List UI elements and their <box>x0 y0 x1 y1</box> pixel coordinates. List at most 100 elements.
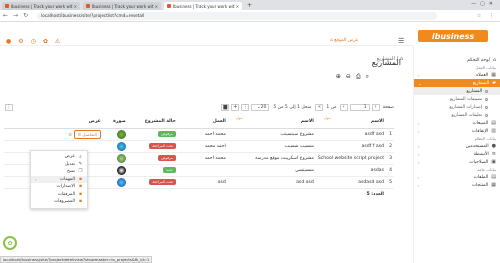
cell-title: شسيتسي <box>227 164 316 177</box>
project-thumbnail[interactable] <box>116 177 126 187</box>
cell-image <box>102 164 128 177</box>
cell-image <box>102 128 128 141</box>
cell-name: asdf asd <box>315 128 386 141</box>
reload-icon[interactable]: ↻ <box>23 12 28 19</box>
user-icon[interactable]: ● <box>6 38 11 45</box>
chevron-icon: ‹ <box>418 159 420 165</box>
sidebar-item-clients[interactable]: ▦ العملاء ‹ <box>414 71 500 79</box>
cell-status: تحت المراجعة <box>127 176 178 189</box>
column-header-name[interactable]: الاسم عنوان <box>315 116 386 129</box>
activity-icon: ≡ <box>491 151 496 157</box>
page-number-input[interactable]: 1 <box>349 103 370 111</box>
cell-title: شسيب شسيب <box>227 140 316 153</box>
menu-item-copy[interactable]: ❐ نسخ <box>31 168 87 176</box>
column-header-client[interactable]: العمل <box>177 116 228 129</box>
dropdown-toggle-icon[interactable]: ≡ <box>68 133 72 138</box>
sidebar-subitem-comments[interactable]: تعليقات المشاريع <box>414 111 500 119</box>
close-icon[interactable]: ✕ <box>155 4 158 9</box>
page-title: المشاريع <box>371 58 401 67</box>
project-thumbnail[interactable] <box>116 153 126 163</box>
browser-nav-bar: ← → ↻ localhost/ibusiness/site/?projectl… <box>0 10 500 22</box>
sidebar-subitem-versions[interactable]: إصدارات المشاريع <box>414 103 500 111</box>
chevron-icon: ‹ <box>418 128 420 134</box>
project-thumbnail[interactable] <box>116 129 126 139</box>
table-row[interactable]: 1 asdf asd مشروع سيتسيتب محمد احمد مرفوض… <box>4 128 394 141</box>
menu-item-view[interactable]: ⌕ عرض <box>31 153 87 161</box>
sidebar-subitem-categories[interactable]: تصنيفات المشاريع <box>414 95 500 103</box>
close-icon[interactable]: ✕ <box>74 4 77 9</box>
project-thumbnail[interactable] <box>116 165 126 175</box>
zoom-in-icon[interactable]: ⊕ <box>336 73 341 81</box>
project-thumbnail[interactable] <box>116 141 126 151</box>
browser-tab-active[interactable]: Ibusiness | Track your work wit ✕ <box>164 2 242 10</box>
add-button[interactable]: + <box>231 103 240 111</box>
sidebar-item-activities[interactable]: ≡ الأنشطة ‹ <box>414 150 500 158</box>
menu-toggle-icon[interactable]: ☰ <box>398 37 404 45</box>
row-number: 3 <box>386 152 394 165</box>
column-header-status[interactable]: حالة المشروع <box>127 116 178 129</box>
sidebar-item-projects[interactable]: ▰ المشاريع ⌄ <box>414 79 500 87</box>
list-options-icon[interactable]: ⋮ <box>241 103 250 111</box>
sidebar-item-sales[interactable]: ▤ المبيعات ‹ <box>414 119 500 127</box>
user-icon: ● <box>491 143 496 149</box>
cell-name: asdasd asd <box>315 176 386 189</box>
attachment-icon: ▪ <box>78 191 83 197</box>
select-column-header <box>386 116 394 129</box>
more-icon[interactable]: ⋮ <box>5 103 13 111</box>
browser-tab[interactable]: Ibusiness | Track your work wit ✕ <box>2 2 80 10</box>
favicon-icon <box>167 4 171 8</box>
cell-status: مرفوض <box>127 128 178 141</box>
logo[interactable]: ibusiness <box>418 30 488 42</box>
search-icon[interactable]: ⌕ <box>366 73 369 81</box>
column-header-title[interactable]: الاسم عنوان <box>227 116 316 129</box>
cell-name: asdf f asd <box>315 140 386 153</box>
delete-icon[interactable]: ▆ <box>221 103 230 111</box>
menu-item-tasks[interactable]: ▪ المهمات ‹ <box>31 175 87 183</box>
window-controls[interactable]: —▢✕ <box>471 1 497 7</box>
new-tab-icon[interactable]: + <box>247 2 252 10</box>
chat-widget-icon[interactable]: ✿ <box>3 236 17 250</box>
show-site-link[interactable]: ⌂ عرض الموقع <box>330 38 358 43</box>
forward-icon[interactable]: → <box>13 12 18 19</box>
status-badge: تحت المراجعة <box>149 143 176 149</box>
details-button[interactable]: التفاصيل ☰ <box>73 129 101 139</box>
sidebar-item-users[interactable]: ● المستخدمين ‹ <box>414 142 500 150</box>
circle-icon <box>485 89 488 93</box>
menu-item-edit[interactable]: ✎ تعديل <box>31 161 87 169</box>
print-icon[interactable]: ⎙ <box>356 73 361 81</box>
per-page-select[interactable]: 20 ⌄ <box>251 103 270 111</box>
last-page-button[interactable]: » <box>315 103 324 111</box>
cell-client: احمد محمد <box>177 140 228 153</box>
back-icon[interactable]: ← <box>3 12 8 19</box>
notifications-icon[interactable]: ⚠ <box>55 38 60 45</box>
cell-client: محمد احمد <box>177 152 228 165</box>
close-icon[interactable]: ✕ <box>236 4 239 9</box>
page-label: صفحة <box>382 104 394 110</box>
browser-menu-icon[interactable]: ☆ ⋮ <box>477 13 497 19</box>
browser-tab[interactable]: Ibusiness | Track your work wit ✕ <box>83 2 161 10</box>
sidebar-item-dashboard[interactable]: ⌂ لوحة التحكم <box>414 56 500 64</box>
record-count: سجل 1 إلى 5 من 5 <box>273 104 312 110</box>
sidebar-item-attachments[interactable]: ▤ الملفات ‹ <box>414 173 500 181</box>
address-bar[interactable]: localhost/ibusiness/site/?projectlist?cm… <box>37 11 438 20</box>
sidebar-item-products[interactable]: ▦ المنتجات ‹ <box>414 181 500 189</box>
settings-icon[interactable]: ⚙ <box>18 38 23 45</box>
view-tools: ⊕ ⊖ ⎙ ⌕ <box>336 73 369 81</box>
prev-page-button[interactable]: ‹ <box>371 103 380 111</box>
sidebar-subitem-projects[interactable]: المشاريع <box>414 87 500 95</box>
circle-icon <box>485 113 488 117</box>
sidebar-item-expenses[interactable]: ▥ الإنفاقات ‹ <box>414 127 500 135</box>
menu-item-versions[interactable]: ▪ الاصدارات <box>31 183 87 191</box>
cell-title: مشروع سيتسيتب <box>227 128 316 141</box>
sidebar-item-permissions[interactable]: ▣ الصلاحيات ‹ <box>414 158 500 166</box>
column-header-view: عرض <box>4 116 103 129</box>
cell-status: مرفوض <box>127 152 178 165</box>
next-page-button[interactable]: › <box>339 103 348 111</box>
menu-item-expenses[interactable]: ▪ المصروفات <box>31 198 87 206</box>
clock-icon[interactable]: ◷ <box>31 38 36 45</box>
menu-item-attachments[interactable]: ▪ المرفقات <box>31 191 87 199</box>
sync-icon[interactable]: ✿ <box>43 38 48 45</box>
status-badge: مرفوض <box>158 131 176 137</box>
zoom-out-icon[interactable]: ⊖ <box>346 73 351 81</box>
favicon-icon <box>5 4 9 8</box>
